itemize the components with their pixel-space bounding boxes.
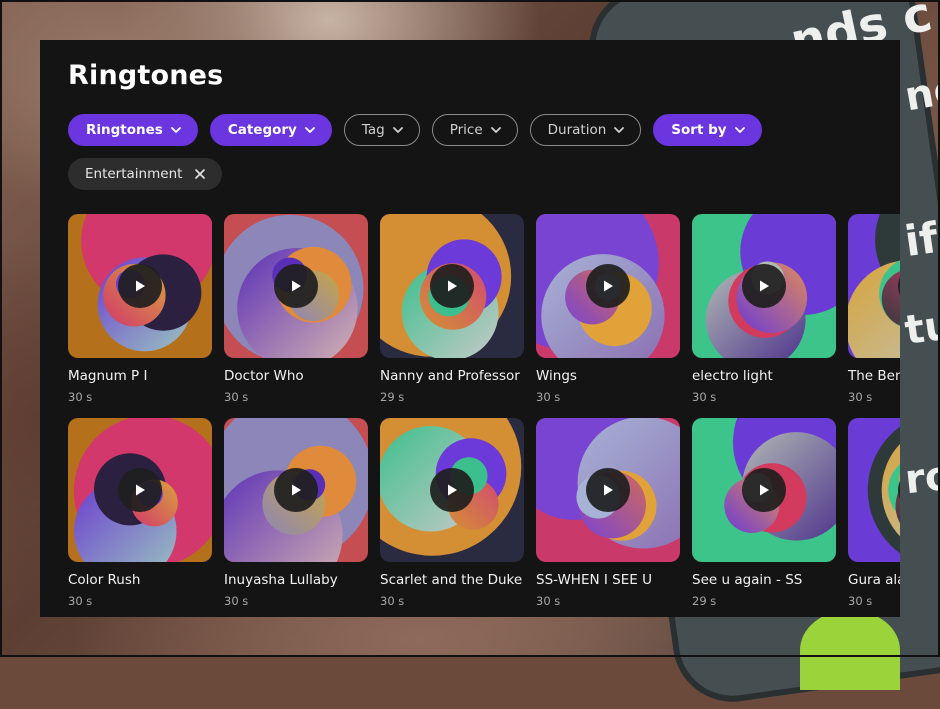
filter-label: Tag bbox=[361, 122, 385, 138]
ringtone-artwork bbox=[224, 214, 368, 358]
ringtone-artwork bbox=[68, 214, 212, 358]
ringtone-duration: 30 s bbox=[536, 594, 561, 608]
active-filter-label: Entertainment bbox=[85, 166, 183, 182]
play-icon[interactable] bbox=[586, 264, 630, 308]
ringtone-artwork bbox=[380, 418, 524, 562]
ringtone-artwork bbox=[692, 214, 836, 358]
ringtone-artwork bbox=[68, 418, 212, 562]
filter-label: Price bbox=[449, 122, 483, 138]
play-icon[interactable] bbox=[274, 264, 318, 308]
ringtone-duration: 29 s bbox=[380, 390, 405, 404]
close-icon[interactable] bbox=[194, 168, 206, 180]
ringtone-artwork bbox=[848, 214, 900, 358]
ringtones-window: Ringtones Ringtones Category Tag Price Durat… bbox=[40, 40, 900, 617]
ringtone-card[interactable]: Nanny and Professor 29 s bbox=[380, 214, 524, 404]
ringtone-duration: 30 s bbox=[68, 390, 93, 404]
ringtone-artwork bbox=[536, 418, 680, 562]
ringtone-title[interactable]: Scarlet and the Duke bbox=[380, 572, 522, 588]
ringtone-artwork bbox=[848, 418, 900, 562]
filter-tag-button[interactable]: Tag bbox=[343, 114, 420, 146]
ringtone-artwork bbox=[536, 214, 680, 358]
ringtone-title[interactable]: electro light bbox=[692, 368, 773, 384]
play-icon[interactable] bbox=[742, 468, 786, 512]
ringtone-card[interactable]: Magnum P I 30 s bbox=[68, 214, 212, 404]
ringtone-title[interactable]: See u again - SS bbox=[692, 572, 802, 588]
filter-price-button[interactable]: Price bbox=[431, 114, 518, 146]
filter-bar: Ringtones Category Tag Price Duration Sort by bbox=[68, 114, 762, 146]
ringtone-card[interactable]: The Ben 30 s bbox=[848, 214, 900, 404]
ringtone-card[interactable]: electro light 30 s bbox=[692, 214, 836, 404]
play-icon[interactable] bbox=[274, 468, 318, 512]
play-icon[interactable] bbox=[586, 468, 630, 512]
ringtone-title[interactable]: Color Rush bbox=[68, 572, 140, 588]
active-filter-tag: Entertainment bbox=[68, 158, 223, 190]
ringtone-artwork bbox=[224, 418, 368, 562]
ringtone-card[interactable]: SS-WHEN I SEE U 30 s bbox=[536, 418, 680, 608]
ringtone-duration: 30 s bbox=[224, 390, 249, 404]
ringtone-title[interactable]: Nanny and Professor bbox=[380, 368, 520, 384]
ringtone-duration: 30 s bbox=[68, 594, 93, 608]
ringtone-duration: 30 s bbox=[848, 594, 873, 608]
play-icon[interactable] bbox=[742, 264, 786, 308]
ringtone-title[interactable]: Gura ala bbox=[848, 572, 900, 588]
ringtone-card[interactable]: Wings 30 s bbox=[536, 214, 680, 404]
chevron-down-icon bbox=[733, 123, 747, 137]
ringtone-duration: 30 s bbox=[848, 390, 873, 404]
ringtone-grid: Magnum P I 30 s Doctor Who 30 s Nanny and Pr… bbox=[68, 214, 900, 608]
ringtone-card[interactable]: Scarlet and the Duke 30 s bbox=[380, 418, 524, 608]
chevron-down-icon bbox=[489, 123, 503, 137]
filter-label: Ringtones bbox=[86, 122, 163, 138]
page-title: Ringtones bbox=[68, 60, 224, 91]
play-icon[interactable] bbox=[118, 264, 162, 308]
filter-duration-button[interactable]: Duration bbox=[529, 114, 642, 146]
filter-label: Category bbox=[227, 122, 297, 138]
filter-sort-by-button[interactable]: Sort by bbox=[653, 114, 762, 146]
ringtone-title[interactable]: The Ben bbox=[848, 368, 900, 384]
ringtone-card[interactable]: Inuyasha Lullaby 30 s bbox=[224, 418, 368, 608]
ringtone-title[interactable]: SS-WHEN I SEE U bbox=[536, 572, 652, 588]
chevron-down-icon bbox=[169, 123, 183, 137]
ringtone-card[interactable]: Gura ala 30 s bbox=[848, 418, 900, 608]
filter-label: Duration bbox=[547, 122, 607, 138]
ringtone-duration: 30 s bbox=[224, 594, 249, 608]
ringtone-title[interactable]: Doctor Who bbox=[224, 368, 304, 384]
app-icon-partial bbox=[800, 610, 900, 690]
ringtone-card[interactable]: Color Rush 30 s bbox=[68, 418, 212, 608]
ringtone-card[interactable]: See u again - SS 29 s bbox=[692, 418, 836, 608]
ringtone-duration: 29 s bbox=[692, 594, 717, 608]
ringtone-title[interactable]: Inuyasha Lullaby bbox=[224, 572, 338, 588]
ringtone-title[interactable]: Magnum P I bbox=[68, 368, 147, 384]
ringtone-artwork bbox=[380, 214, 524, 358]
ringtone-duration: 30 s bbox=[692, 390, 717, 404]
chevron-down-icon bbox=[303, 123, 317, 137]
chevron-down-icon bbox=[391, 123, 405, 137]
chevron-down-icon bbox=[612, 123, 626, 137]
ringtone-duration: 30 s bbox=[380, 594, 405, 608]
ringtone-card[interactable]: Doctor Who 30 s bbox=[224, 214, 368, 404]
filter-label: Sort by bbox=[671, 122, 727, 138]
ringtone-artwork bbox=[692, 418, 836, 562]
ringtone-title[interactable]: Wings bbox=[536, 368, 577, 384]
play-icon[interactable] bbox=[430, 264, 474, 308]
play-icon[interactable] bbox=[430, 468, 474, 512]
ringtone-duration: 30 s bbox=[536, 390, 561, 404]
filter-category-button[interactable]: Category bbox=[209, 114, 332, 146]
filter-ringtones-button[interactable]: Ringtones bbox=[68, 114, 198, 146]
play-icon[interactable] bbox=[118, 468, 162, 512]
